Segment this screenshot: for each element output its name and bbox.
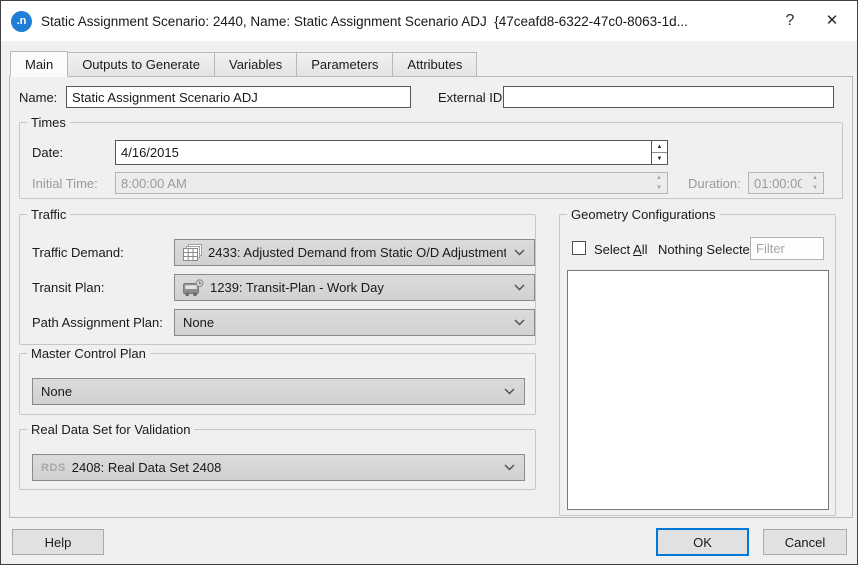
real-data-set-value: 2408: Real Data Set 2408 bbox=[72, 460, 496, 475]
spin-down-icon: ▼ bbox=[651, 183, 667, 193]
times-group: Times Date: ▲ ▼ Initial Time: ▲ ▼ Durati… bbox=[19, 122, 843, 199]
spin-up-icon: ▲ bbox=[651, 173, 667, 183]
spin-down-icon: ▼ bbox=[807, 183, 823, 193]
duration-spin-buttons: ▲ ▼ bbox=[807, 173, 823, 193]
tab-attributes[interactable]: Attributes bbox=[392, 52, 477, 77]
path-assignment-plan-value: None bbox=[183, 315, 506, 330]
real-data-set-combobox[interactable]: RDS 2408: Real Data Set 2408 bbox=[32, 454, 525, 481]
transit-plan-value: 1239: Transit-Plan - Work Day bbox=[210, 280, 506, 295]
transit-plan-combobox[interactable]: 1239: Transit-Plan - Work Day bbox=[174, 274, 535, 301]
duration-input bbox=[749, 173, 807, 193]
master-control-plan-group-label: Master Control Plan bbox=[27, 346, 150, 361]
bus-clock-icon bbox=[183, 279, 204, 297]
tab-variables[interactable]: Variables bbox=[214, 52, 297, 77]
chevron-down-icon bbox=[514, 319, 525, 326]
spin-up-icon[interactable]: ▲ bbox=[652, 141, 667, 153]
od-matrix-icon bbox=[183, 244, 202, 261]
initial-time-spin-buttons: ▲ ▼ bbox=[651, 173, 667, 193]
date-input[interactable] bbox=[116, 141, 651, 164]
static-assignment-scenario-dialog: .n Static Assignment Scenario: 2440, Nam… bbox=[0, 0, 858, 565]
rds-icon: RDS bbox=[41, 462, 66, 474]
master-control-plan-group: Master Control Plan None bbox=[19, 353, 536, 415]
geometry-configurations-group-label: Geometry Configurations bbox=[567, 207, 720, 222]
selection-status-text: Nothing Selected bbox=[658, 242, 757, 257]
name-label: Name: bbox=[19, 90, 57, 105]
tab-main[interactable]: Main bbox=[10, 51, 68, 77]
master-control-plan-combobox[interactable]: None bbox=[32, 378, 525, 405]
traffic-group-label: Traffic bbox=[27, 207, 70, 222]
help-button[interactable]: Help bbox=[12, 529, 104, 555]
external-id-input[interactable] bbox=[503, 86, 834, 108]
chevron-down-icon bbox=[514, 284, 525, 291]
spin-down-icon[interactable]: ▼ bbox=[652, 153, 667, 164]
select-all-accelerator: A bbox=[633, 242, 642, 257]
traffic-demand-label: Traffic Demand: bbox=[32, 245, 124, 260]
select-all-label[interactable]: Select All bbox=[594, 242, 647, 257]
name-input[interactable] bbox=[66, 86, 411, 108]
initial-time-input bbox=[116, 173, 651, 193]
real-data-set-group-label: Real Data Set for Validation bbox=[27, 422, 194, 437]
tab-outputs-to-generate[interactable]: Outputs to Generate bbox=[67, 52, 215, 77]
select-all-label-pre: Select bbox=[594, 242, 633, 257]
cancel-button[interactable]: Cancel bbox=[763, 529, 847, 555]
ok-button[interactable]: OK bbox=[656, 528, 749, 556]
traffic-group: Traffic Traffic Demand: 2433: Adjusted D… bbox=[19, 214, 536, 345]
tab-bar: Main Outputs to Generate Variables Param… bbox=[10, 51, 476, 77]
master-control-plan-value: None bbox=[41, 384, 496, 399]
chevron-down-icon bbox=[504, 388, 515, 395]
date-label: Date: bbox=[32, 145, 63, 160]
select-all-label-post: ll bbox=[642, 242, 648, 257]
duration-label: Duration: bbox=[688, 176, 741, 191]
chevron-down-icon bbox=[504, 464, 515, 471]
external-id-label: External ID: bbox=[438, 90, 506, 105]
initial-time-spinbox: ▲ ▼ bbox=[115, 172, 668, 194]
geometry-configurations-group: Geometry Configurations Select All Nothi… bbox=[559, 214, 836, 516]
traffic-demand-combobox[interactable]: 2433: Adjusted Demand from Static O/D Ad… bbox=[174, 239, 535, 266]
times-group-label: Times bbox=[27, 115, 70, 130]
real-data-set-group: Real Data Set for Validation RDS 2408: R… bbox=[19, 429, 536, 490]
geometry-configurations-list[interactable] bbox=[567, 270, 829, 510]
spin-up-icon: ▲ bbox=[807, 173, 823, 183]
traffic-demand-value: 2433: Adjusted Demand from Static O/D Ad… bbox=[208, 245, 506, 260]
filter-input[interactable] bbox=[750, 237, 824, 260]
path-assignment-plan-combobox[interactable]: None bbox=[174, 309, 535, 336]
date-spinbox[interactable]: ▲ ▼ bbox=[115, 140, 668, 165]
initial-time-label: Initial Time: bbox=[32, 176, 98, 191]
tab-parameters[interactable]: Parameters bbox=[296, 52, 393, 77]
path-assignment-plan-label: Path Assignment Plan: bbox=[32, 315, 163, 330]
duration-spinbox: ▲ ▼ bbox=[748, 172, 824, 194]
select-all-checkbox[interactable] bbox=[572, 241, 586, 255]
transit-plan-label: Transit Plan: bbox=[32, 280, 105, 295]
chevron-down-icon bbox=[514, 249, 525, 256]
date-spin-buttons[interactable]: ▲ ▼ bbox=[651, 141, 667, 164]
